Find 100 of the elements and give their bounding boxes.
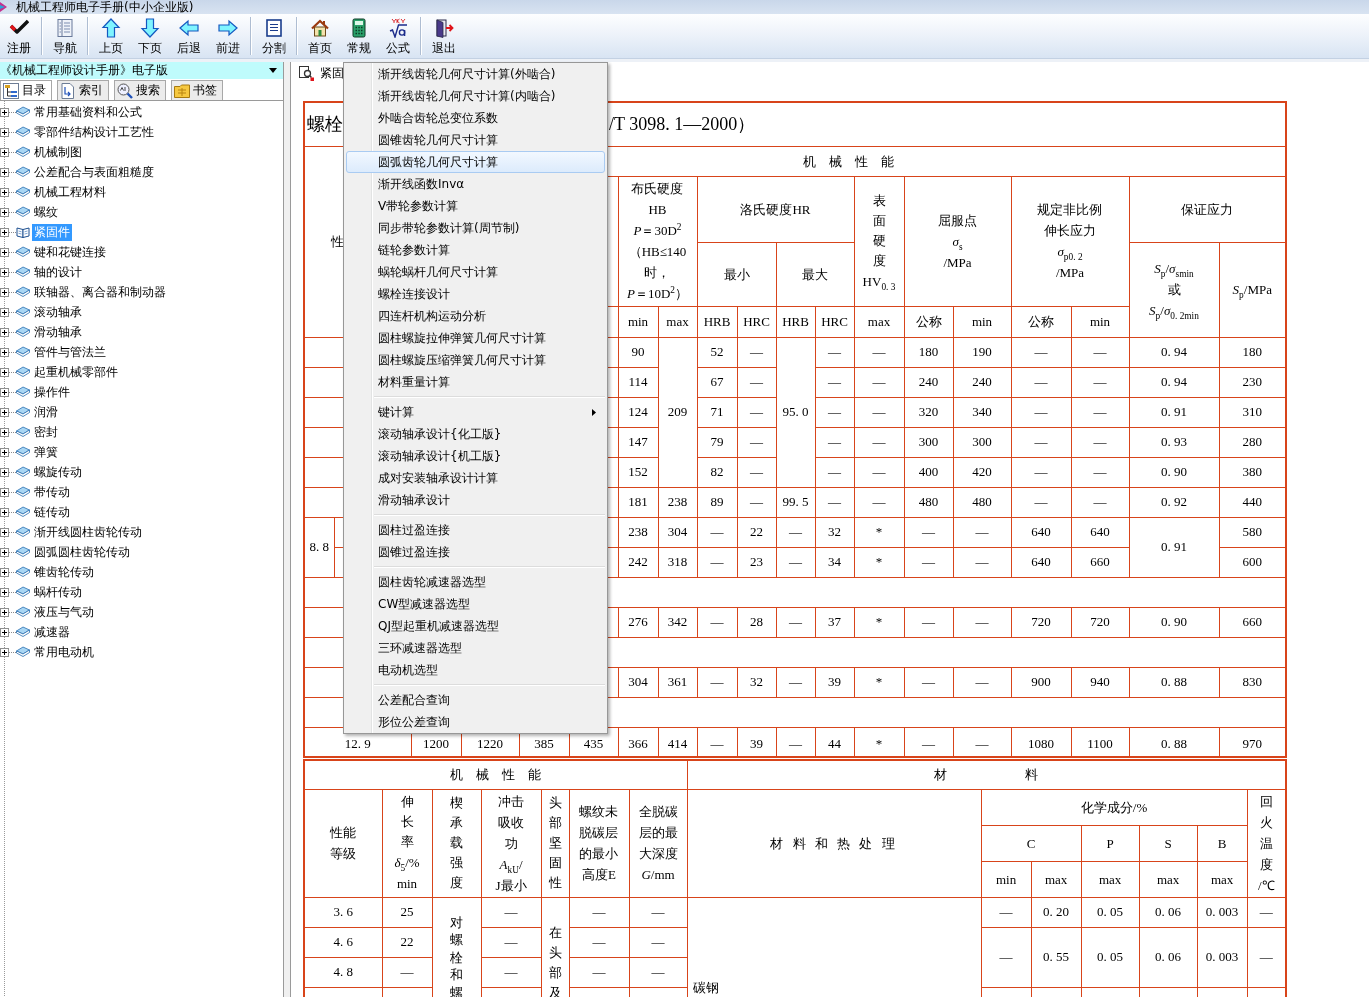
toolbar-button[interactable]: 退出 [425, 14, 463, 58]
menu-item[interactable]: 圆锥过盈连接 [346, 541, 605, 563]
expand-icon[interactable] [0, 607, 9, 617]
toolbar-button[interactable]: 下页 [131, 14, 169, 58]
tree-item[interactable]: 机械制图 [32, 143, 84, 161]
tree-item[interactable]: 蜗杆传动 [32, 583, 84, 601]
right-arrow-icon[interactable] [218, 18, 238, 38]
book-dropdown[interactable]: 《机械工程师设计手册》电子版 [0, 62, 283, 79]
menu-item[interactable]: V带轮参数计算 [346, 195, 605, 217]
menu-item[interactable]: 滚动轴承设计{机工版} [346, 445, 605, 467]
expand-icon[interactable] [0, 207, 9, 217]
expand-icon[interactable] [0, 567, 9, 577]
expand-icon[interactable] [0, 127, 9, 137]
menu-item[interactable]: 滚动轴承设计{化工版} [346, 423, 605, 445]
expand-icon[interactable] [0, 187, 9, 197]
tree-item[interactable]: 螺旋传动 [32, 463, 84, 481]
tree-item[interactable]: 滑动轴承 [32, 323, 84, 341]
tree-item[interactable]: 润滑 [32, 403, 60, 421]
tree-item[interactable]: 常用基础资料和公式 [32, 103, 144, 121]
menu-item[interactable]: 圆柱齿轮减速器选型 [346, 571, 605, 593]
menu-item[interactable]: 电动机选型 [346, 659, 605, 681]
tab[interactable]: 索引 [57, 80, 109, 100]
tree-item[interactable]: 减速器 [32, 623, 72, 641]
page-arrow-icon[interactable] [60, 82, 76, 99]
toolbar-button[interactable]: 导航 [46, 14, 84, 58]
menu-item[interactable]: 圆柱螺旋压缩弹簧几何尺寸计算 [346, 349, 605, 371]
toolbar-button[interactable]: 常规 [340, 14, 378, 58]
expand-icon[interactable] [0, 447, 9, 457]
expand-icon[interactable] [0, 307, 9, 317]
menu-item[interactable]: 渐开线齿轮几何尺寸计算(外啮合) [346, 63, 605, 85]
menu-item[interactable]: 形位公差查询 [346, 711, 605, 733]
toolbar-button[interactable]: 注册 [0, 14, 38, 58]
tree-item[interactable]: 锥齿轮传动 [32, 563, 96, 581]
menu-item[interactable]: 四连杆机构运动分析 [346, 305, 605, 327]
menu-item[interactable]: 滑动轴承设计 [346, 489, 605, 511]
tree-item[interactable]: 零部件结构设计工艺性 [32, 123, 156, 141]
menu-item[interactable]: 公差配合查询 [346, 689, 605, 711]
tree-view-icon[interactable] [3, 82, 19, 99]
menu-item[interactable]: 圆柱过盈连接 [346, 519, 605, 541]
house-icon[interactable] [310, 18, 330, 38]
tree-item[interactable]: 管件与管法兰 [32, 343, 108, 361]
menu-item[interactable]: QJ型起重机减速器选型 [346, 615, 605, 637]
toolbar-button[interactable]: 公式 [379, 14, 417, 58]
expand-icon[interactable] [0, 407, 9, 417]
menu-item[interactable]: 材料重量计算 [346, 371, 605, 393]
menu-item[interactable]: 螺栓连接设计 [346, 283, 605, 305]
toolbar-button[interactable]: 分割 [255, 14, 293, 58]
tree-item[interactable]: 链传动 [32, 503, 72, 521]
door-exit-icon[interactable] [434, 18, 454, 38]
tree-item[interactable]: 圆弧圆柱齿轮传动 [32, 543, 132, 561]
expand-icon[interactable] [0, 347, 9, 357]
expand-icon[interactable] [0, 287, 9, 297]
list-icon[interactable] [55, 18, 75, 38]
expand-icon[interactable] [0, 527, 9, 537]
expand-icon[interactable] [0, 147, 9, 157]
menu-item[interactable]: 键计算 [346, 401, 605, 423]
tree-item[interactable]: 密封 [32, 423, 60, 441]
tree-item[interactable]: 液压与气动 [32, 603, 96, 621]
page-magnifier-icon[interactable] [299, 66, 314, 81]
expand-icon[interactable] [0, 647, 9, 657]
expand-icon[interactable] [0, 387, 9, 397]
tab[interactable]: 搜索 [114, 80, 166, 100]
tree-item[interactable]: 常用电动机 [32, 643, 96, 661]
expand-icon[interactable] [0, 467, 9, 477]
toolbar-button[interactable]: 前进 [209, 14, 247, 58]
expand-icon[interactable] [0, 507, 9, 517]
tree-item[interactable]: 机械工程材料 [32, 183, 108, 201]
menu-item[interactable]: 成对安装轴承设计计算 [346, 467, 605, 489]
toolbar-button[interactable]: 首页 [301, 14, 339, 58]
tab[interactable]: 目录 [0, 80, 52, 100]
tree-item[interactable]: 弹簧 [32, 443, 60, 461]
expand-icon[interactable] [0, 227, 9, 237]
calculator-icon[interactable] [349, 18, 369, 38]
expand-icon[interactable] [0, 547, 9, 557]
tree-item[interactable]: 渐开线圆柱齿轮传动 [32, 523, 144, 541]
expand-icon[interactable] [0, 267, 9, 277]
down-arrow-icon[interactable] [140, 18, 160, 38]
page-lines-icon[interactable] [264, 18, 284, 38]
menu-item[interactable]: 三环减速器选型 [346, 637, 605, 659]
menu-item[interactable]: 同步带轮参数计算(周节制) [346, 217, 605, 239]
menu-item[interactable]: 圆柱螺旋拉伸弹簧几何尺寸计算 [346, 327, 605, 349]
tree-item[interactable]: 操作件 [32, 383, 72, 401]
expand-icon[interactable] [0, 107, 9, 117]
menu-item[interactable]: 外啮合齿轮总变位系数 [346, 107, 605, 129]
expand-icon[interactable] [0, 427, 9, 437]
expand-icon[interactable] [0, 247, 9, 257]
toolbar-button[interactable]: 上页 [92, 14, 130, 58]
expand-icon[interactable] [0, 167, 9, 177]
left-arrow-icon[interactable] [179, 18, 199, 38]
search-icon[interactable] [117, 82, 133, 99]
expand-icon[interactable] [0, 487, 9, 497]
menu-item[interactable]: 渐开线函数Invα [346, 173, 605, 195]
tree-item[interactable]: 带传动 [32, 483, 72, 501]
tree-item[interactable]: 螺纹 [32, 203, 60, 221]
expand-icon[interactable] [0, 327, 9, 337]
expand-icon[interactable] [0, 627, 9, 637]
menu-item[interactable]: 渐开线齿轮几何尺寸计算(内啮合) [346, 85, 605, 107]
up-arrow-icon[interactable] [101, 18, 121, 38]
formula-icon[interactable] [388, 18, 408, 38]
folder-icon[interactable] [174, 82, 190, 99]
